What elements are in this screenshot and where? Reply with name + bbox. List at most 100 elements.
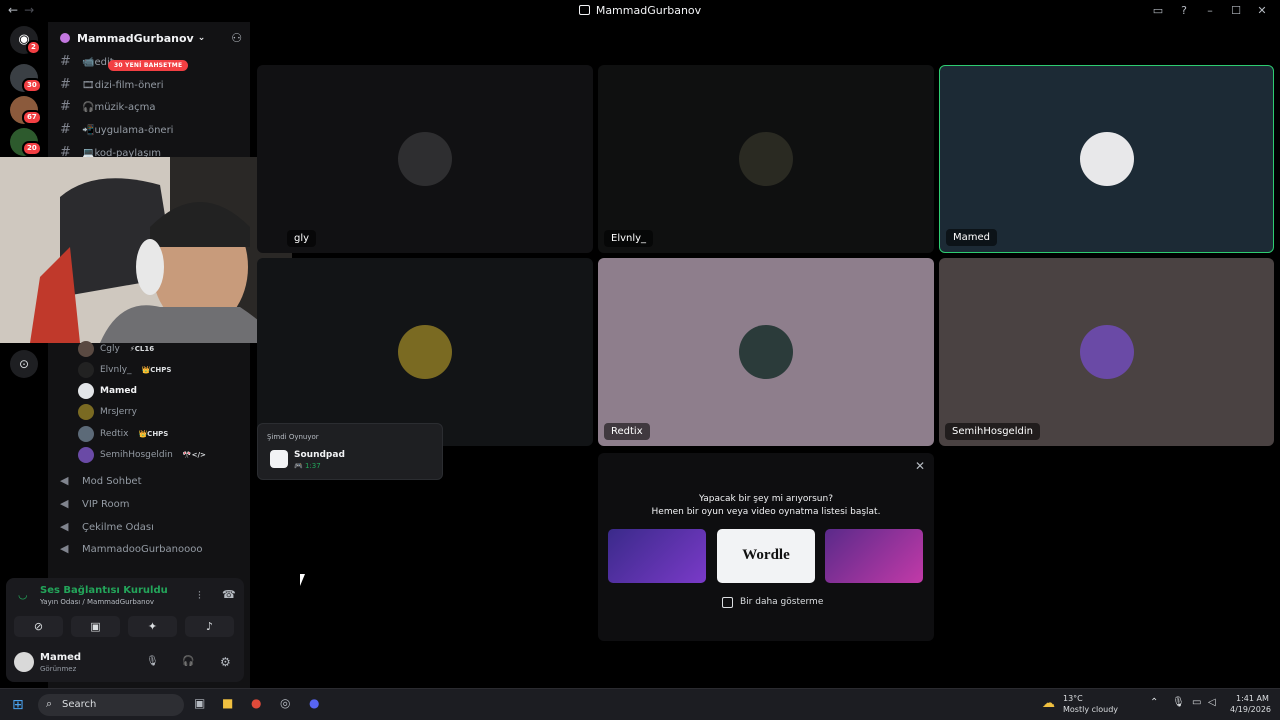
settings-gear-icon[interactable]: ⚙ xyxy=(220,655,231,669)
app-icon xyxy=(578,5,590,15)
voice-member[interactable]: MrsJerry xyxy=(78,404,137,420)
voice-channel-item[interactable]: ◀ MammadooGurbanoooo xyxy=(60,542,202,555)
voice-status[interactable]: Ses Bağlantısı Kuruldu xyxy=(40,585,168,596)
user-status: Görünmez xyxy=(40,665,77,673)
home-badge: 2 xyxy=(26,40,41,55)
avatar xyxy=(78,362,94,378)
activity-question: Yapacak bir şey mi arıyorsun? xyxy=(699,494,833,504)
screen-share-button[interactable]: ▣ xyxy=(71,616,120,637)
new-mentions-pill[interactable]: 30 YENİ BAHSETME xyxy=(108,60,189,71)
disconnect-icon[interactable]: ☎ xyxy=(222,588,236,601)
avatar xyxy=(739,325,793,379)
participant-name: gly xyxy=(287,230,317,247)
invite-user-icon[interactable]: ⚇ xyxy=(231,31,242,45)
participant-name: Mamed xyxy=(946,229,997,246)
voice-member[interactable]: Elvnly_ 👑CHPS xyxy=(78,362,171,378)
speaker-icon: ◀ xyxy=(60,520,69,533)
channel-item[interactable]: # 📲uygulama-öneri xyxy=(60,122,173,137)
activities-button[interactable]: ✦ xyxy=(128,616,177,637)
discover-icon[interactable]: ⊙ xyxy=(10,350,38,378)
hash-icon: # xyxy=(60,99,71,114)
window-title: MammadGurbanov xyxy=(0,4,1280,17)
avatar xyxy=(78,404,94,420)
webcam-overlay[interactable] xyxy=(0,157,292,343)
camera-off-button[interactable]: ⊘ xyxy=(14,616,63,637)
participant-tile[interactable]: Elvnly_ xyxy=(598,65,934,253)
server-badge: 30 xyxy=(22,78,42,93)
voice-user-panel: ◡ Ses Bağlantısı Kuruldu Yayın Odası / M… xyxy=(6,578,244,682)
discord-taskbar-icon[interactable]: ● xyxy=(309,696,319,710)
microphone-icon[interactable]: 🎙 xyxy=(146,656,159,667)
participant-tile[interactable]: Redtix xyxy=(598,258,934,446)
avatar xyxy=(78,341,94,357)
user-name[interactable]: Mamed xyxy=(40,652,81,663)
inbox-icon[interactable]: ▭ xyxy=(1146,2,1170,20)
voice-channel-item[interactable]: ◀ Mod Sohbet xyxy=(60,474,142,487)
play-time: 🎮 1:37 xyxy=(294,462,321,470)
hash-icon: # xyxy=(60,77,71,92)
minimize-button[interactable]: – xyxy=(1198,2,1222,20)
voice-member[interactable]: Redtix 👑CHPS xyxy=(78,426,168,442)
voice-member[interactable]: SemihHosgeldin 🎌</> xyxy=(78,447,206,463)
avatar xyxy=(78,447,94,463)
checkbox[interactable] xyxy=(722,597,733,608)
steam-icon[interactable]: ◎ xyxy=(280,696,290,710)
activity-prompt: Hemen bir oyun veya video oynatma listes… xyxy=(651,507,881,517)
participant-name: Redtix xyxy=(604,423,650,440)
voice-channel-item[interactable]: ◀ Çekilme Odası xyxy=(60,520,154,533)
file-explorer-icon[interactable]: ■ xyxy=(222,696,233,710)
voice-location[interactable]: Yayın Odası / MammadGurbanov xyxy=(40,598,154,606)
close-window-button[interactable]: ✕ xyxy=(1250,2,1274,20)
help-icon[interactable]: ? xyxy=(1172,2,1196,20)
server-badge: 67 xyxy=(22,110,42,125)
windows-start-icon[interactable]: ⊞ xyxy=(12,697,24,713)
maximize-button[interactable]: ☐ xyxy=(1224,2,1248,20)
clock-date[interactable]: 4/19/2026 xyxy=(1230,705,1271,714)
chrome-icon[interactable]: ● xyxy=(251,696,261,710)
voice-member[interactable]: Cgly ⚡CL16 xyxy=(78,341,154,357)
avatar xyxy=(398,132,452,186)
taskbar: ⊞ ⌕ Search ▣ ■ ● ◎ ● ☁ 13°C Mostly cloud… xyxy=(0,688,1280,720)
speaker-icon: ◀ xyxy=(60,474,69,487)
channel-item[interactable]: # 🎧müzik-açma xyxy=(60,99,155,114)
participant-tile[interactable]: SemihHosgeldin xyxy=(939,258,1274,446)
webcam-feed-image xyxy=(0,157,292,343)
noise-suppression-icon[interactable]: ⫶ xyxy=(198,589,201,603)
task-view-icon[interactable]: ▣ xyxy=(194,696,205,710)
dont-show-label: Bir daha gösterme xyxy=(740,597,824,607)
server-badge: 20 xyxy=(22,141,42,156)
avatar xyxy=(78,383,94,399)
server-header[interactable]: MammadGurbanov ⌄ ⚇ xyxy=(48,22,250,54)
server-boost-icon xyxy=(60,33,70,43)
microphone-tray-icon[interactable]: 🎙 xyxy=(1172,697,1185,708)
participant-tile[interactable] xyxy=(257,258,593,446)
avatar xyxy=(78,426,94,442)
participant-tile[interactable]: gly xyxy=(257,65,593,253)
avatar xyxy=(398,325,452,379)
avatar xyxy=(1079,132,1134,186)
voice-channel-item[interactable]: ◀ VIP Room xyxy=(60,497,129,510)
volume-icon[interactable]: ◁ xyxy=(1208,697,1216,708)
speaker-icon: ◀ xyxy=(60,542,69,555)
clock-time[interactable]: 1:41 AM xyxy=(1236,694,1269,703)
soundboard-button[interactable]: ♪ xyxy=(185,616,234,637)
network-icon[interactable]: ▭ xyxy=(1192,697,1201,708)
headset-icon[interactable]: 🎧 xyxy=(182,656,194,667)
weather-text: Mostly cloudy xyxy=(1063,705,1118,714)
popup-header: Şimdi Oynuyor xyxy=(267,433,319,441)
avatar[interactable] xyxy=(14,652,34,672)
activity-card[interactable] xyxy=(825,529,923,583)
close-icon[interactable]: ✕ xyxy=(915,459,925,473)
activity-card[interactable] xyxy=(608,529,706,583)
chevron-down-icon: ⌄ xyxy=(197,33,206,43)
now-playing-popup: Şimdi Oynuyor Soundpad 🎮 1:37 xyxy=(257,423,443,480)
tray-chevron-icon[interactable]: ⌃ xyxy=(1150,697,1158,708)
participant-tile-speaking[interactable]: Mamed xyxy=(939,65,1274,253)
search-box[interactable]: ⌕ Search xyxy=(38,694,184,716)
title-bar: ← → MammadGurbanov ▭ ? – ☐ ✕ xyxy=(0,0,1280,22)
channel-item[interactable]: # 🎞dizi-film-öneri xyxy=(60,77,164,92)
voice-member[interactable]: Mamed xyxy=(78,383,137,399)
signal-icon: ◡ xyxy=(18,588,28,601)
activity-card[interactable]: Wordle xyxy=(717,529,815,583)
hash-icon: # xyxy=(60,54,71,69)
